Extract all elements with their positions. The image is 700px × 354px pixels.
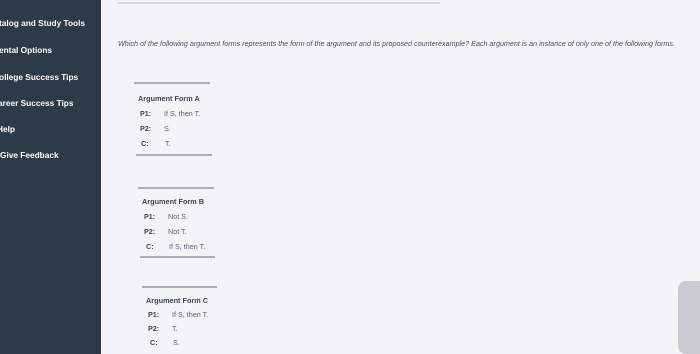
p1-value: If S, then T. — [172, 310, 209, 319]
sidebar-item-label: Help — [0, 124, 15, 134]
p2-value: T. — [172, 324, 178, 333]
sidebar-item-rental-options[interactable]: ental Options — [0, 43, 101, 59]
p2-label: P2: — [140, 124, 152, 133]
p2-label: P2: — [144, 227, 156, 236]
p1-label: P1: — [140, 109, 152, 118]
form-title: Argument Form C — [146, 296, 209, 305]
p2-value: S. — [164, 124, 171, 133]
c-label: C: — [150, 338, 158, 347]
top-divider — [117, 2, 440, 4]
c-value: If S, then T. — [169, 242, 206, 251]
form-title: Argument Form A — [138, 94, 200, 103]
c-label: C: — [141, 139, 149, 148]
p2-value: Not T. — [168, 227, 187, 236]
sidebar-item-label: areer Success Tips — [0, 98, 74, 108]
p1-label: P1: — [144, 212, 156, 221]
c-value: T. — [165, 139, 171, 148]
sidebar-item-help[interactable]: Help — [0, 122, 101, 138]
sidebar-item-career-success-tips[interactable]: areer Success Tips — [0, 96, 101, 112]
form-bottom-rule — [140, 256, 215, 258]
c-label: C: — [146, 242, 154, 251]
sidebar-item-give-feedback[interactable]: Give Feedback — [0, 148, 101, 164]
form-top-rule — [138, 187, 214, 189]
form-top-rule — [134, 82, 210, 84]
c-value: S. — [173, 338, 180, 347]
form-bottom-rule — [136, 154, 212, 156]
p1-value: Not S. — [168, 212, 188, 221]
sidebar-item-label: talog and Study Tools — [0, 18, 86, 28]
p1-label: P1: — [148, 310, 160, 319]
scrollbar-thumb[interactable] — [678, 281, 700, 354]
sidebar: talog and Study Tools ental Options olle… — [0, 0, 101, 354]
sidebar-item-label: ollege Success Tips — [0, 72, 79, 82]
p1-value: If S, then T. — [164, 109, 201, 118]
form-top-rule — [142, 286, 217, 288]
sidebar-item-label: ental Options — [0, 45, 53, 55]
sidebar-item-college-success-tips[interactable]: ollege Success Tips — [0, 70, 101, 86]
sidebar-item-catalog-and-study-tools[interactable]: talog and Study Tools — [0, 16, 101, 32]
question-text: Which of the following argument forms re… — [118, 39, 675, 48]
sidebar-item-label: Give Feedback — [0, 150, 59, 160]
form-title: Argument Form B — [142, 197, 205, 206]
p2-label: P2: — [148, 324, 160, 333]
